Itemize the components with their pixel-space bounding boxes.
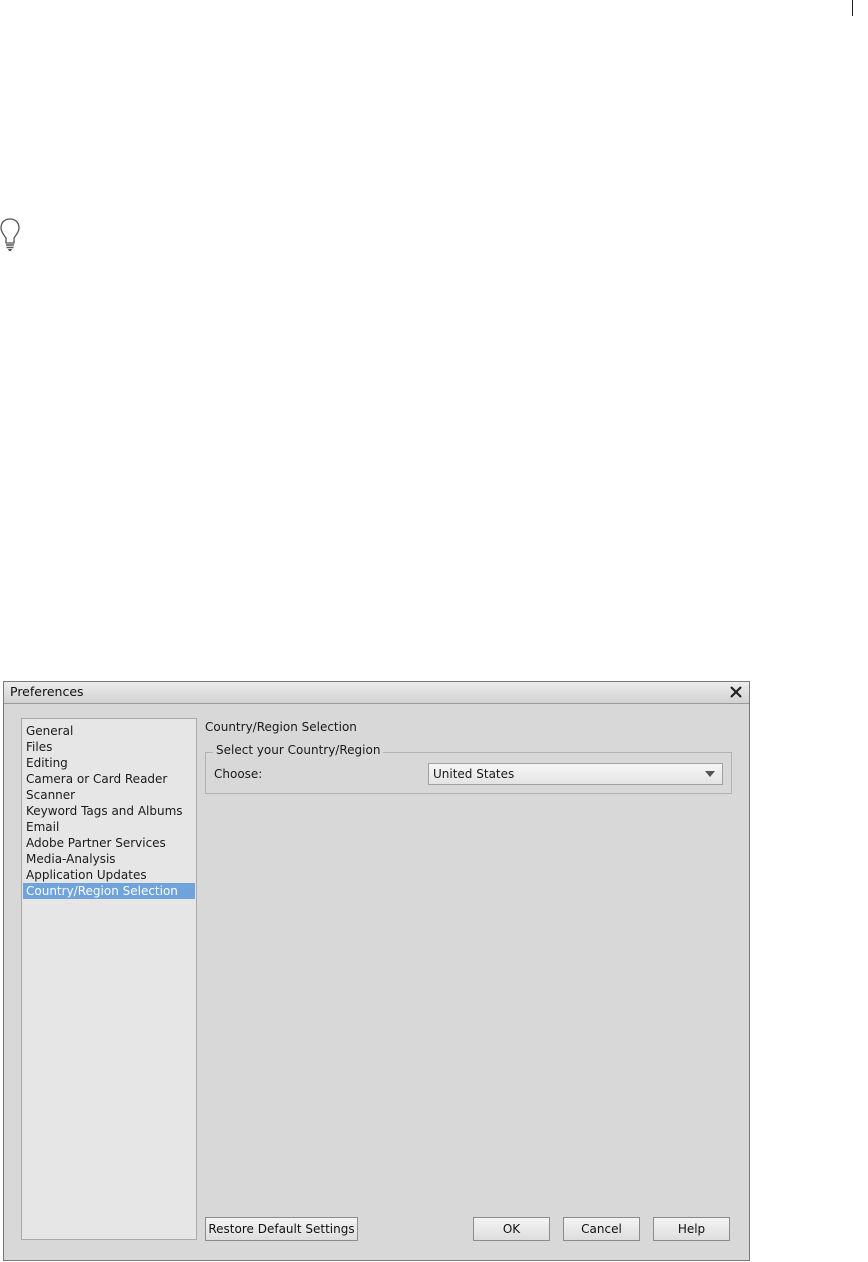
nav-item-email[interactable]: Email	[23, 819, 195, 835]
choose-label: Choose:	[214, 767, 263, 781]
ok-button[interactable]: OK	[473, 1217, 550, 1241]
dialog-title: Preferences	[10, 684, 84, 699]
preferences-dialog: Preferences General Files Editing Camera…	[3, 681, 750, 1261]
lightbulb-icon	[0, 218, 20, 254]
cancel-button[interactable]: Cancel	[563, 1217, 640, 1241]
close-icon	[727, 683, 745, 701]
help-button[interactable]: Help	[653, 1217, 730, 1241]
country-select[interactable]: United States	[428, 763, 723, 785]
dialog-titlebar[interactable]: Preferences	[4, 682, 749, 704]
nav-item-general[interactable]: General	[23, 723, 195, 739]
restore-defaults-button[interactable]: Restore Default Settings	[205, 1217, 358, 1241]
nav-item-keyword-tags-albums[interactable]: Keyword Tags and Albums	[23, 803, 195, 819]
page-edge-marker	[852, 0, 853, 16]
close-button[interactable]	[727, 683, 745, 701]
nav-item-scanner[interactable]: Scanner	[23, 787, 195, 803]
nav-item-application-updates[interactable]: Application Updates	[23, 867, 195, 883]
nav-item-media-analysis[interactable]: Media-Analysis	[23, 851, 195, 867]
nav-item-adobe-partner-services[interactable]: Adobe Partner Services	[23, 835, 195, 851]
nav-item-camera-card-reader[interactable]: Camera or Card Reader	[23, 771, 195, 787]
group-legend: Select your Country/Region	[213, 743, 384, 757]
country-select-value: United States	[433, 767, 515, 781]
country-region-group: Select your Country/Region Choose: Unite…	[205, 743, 732, 794]
nav-item-editing[interactable]: Editing	[23, 755, 195, 771]
nav-item-country-region[interactable]: Country/Region Selection	[23, 883, 195, 899]
section-title: Country/Region Selection	[205, 720, 357, 734]
chevron-down-icon	[705, 771, 715, 777]
nav-item-files[interactable]: Files	[23, 739, 195, 755]
preferences-category-list[interactable]: General Files Editing Camera or Card Rea…	[21, 718, 197, 1240]
